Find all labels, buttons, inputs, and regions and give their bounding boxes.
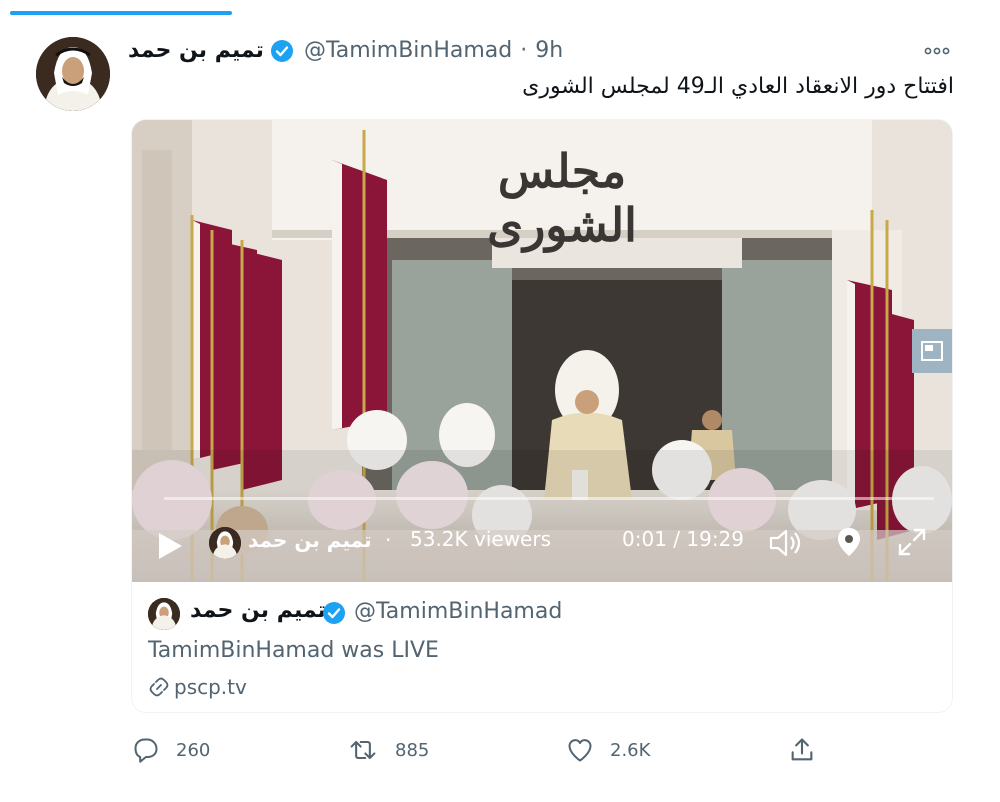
video-progress-bar[interactable]: [164, 497, 934, 500]
more-icon[interactable]: [924, 36, 950, 61]
channel-avatar: [209, 527, 241, 559]
heart-icon: [568, 739, 592, 762]
fullscreen-icon[interactable]: [896, 526, 928, 562]
author-handle[interactable]: @TamimBinHamad: [304, 38, 512, 63]
reply-button[interactable]: 260: [132, 736, 210, 764]
sign-text: مجلس الشورى: [487, 144, 637, 252]
like-button[interactable]: 2.6K: [566, 736, 650, 764]
card-link[interactable]: pscp.tv: [148, 675, 247, 699]
channel-name: تميم بن حمد: [248, 528, 372, 552]
card-author-avatar: [148, 598, 180, 630]
video-controls: تميم بن حمد · 53.2K viewers 0:01 / 19:29: [132, 515, 952, 577]
author-name[interactable]: تميم بن حمد: [128, 38, 264, 63]
verified-badge-icon: [322, 601, 346, 629]
separator-dot: ·: [520, 38, 528, 63]
separator-dot: ·: [385, 528, 392, 552]
video-timecode: 0:01 / 19:29: [622, 527, 745, 551]
tweet-actions: 260 885 2.6K: [0, 736, 1000, 772]
share-icon: [791, 738, 813, 761]
media-card[interactable]: مجلس الشورى تميم بن حمد · 53.2K viewers …: [132, 120, 952, 712]
reply-icon: [134, 738, 158, 763]
tweet-text: افتتاح دور الانعقاد العادي الـ49 لمجلس ا…: [522, 74, 954, 99]
card-author-handle: @TamimBinHamad: [354, 599, 563, 624]
tab-indicator: [10, 11, 232, 15]
retweet-icon: [350, 740, 376, 760]
location-pin-icon[interactable]: [836, 526, 862, 562]
author-avatar[interactable]: [36, 37, 110, 111]
retweet-count: 885: [395, 739, 430, 761]
viewer-count: 53.2K viewers: [410, 527, 552, 551]
video-player[interactable]: مجلس الشورى تميم بن حمد · 53.2K viewers …: [132, 120, 952, 582]
card-info[interactable]: تميم بن حمد @TamimBinHamad TamimBinHamad…: [132, 582, 952, 712]
retweet-button[interactable]: 885: [347, 736, 429, 764]
volume-icon[interactable]: [768, 527, 806, 563]
card-link-text[interactable]: pscp.tv: [174, 675, 247, 699]
verified-badge-icon: [270, 39, 294, 63]
live-status-text: TamimBinHamad was LIVE: [148, 638, 439, 663]
card-author-name: تميم بن حمد: [190, 598, 326, 623]
link-icon: [149, 677, 169, 697]
tweet-time[interactable]: 9h: [535, 38, 563, 63]
tweet-header: تميم بن حمد @TamimBinHamad · 9h: [128, 38, 563, 63]
share-button[interactable]: [788, 736, 816, 764]
like-count: 2.6K: [610, 739, 651, 761]
play-icon[interactable]: [156, 531, 184, 565]
picture-in-picture-icon[interactable]: [912, 329, 952, 373]
reply-count: 260: [176, 739, 211, 761]
